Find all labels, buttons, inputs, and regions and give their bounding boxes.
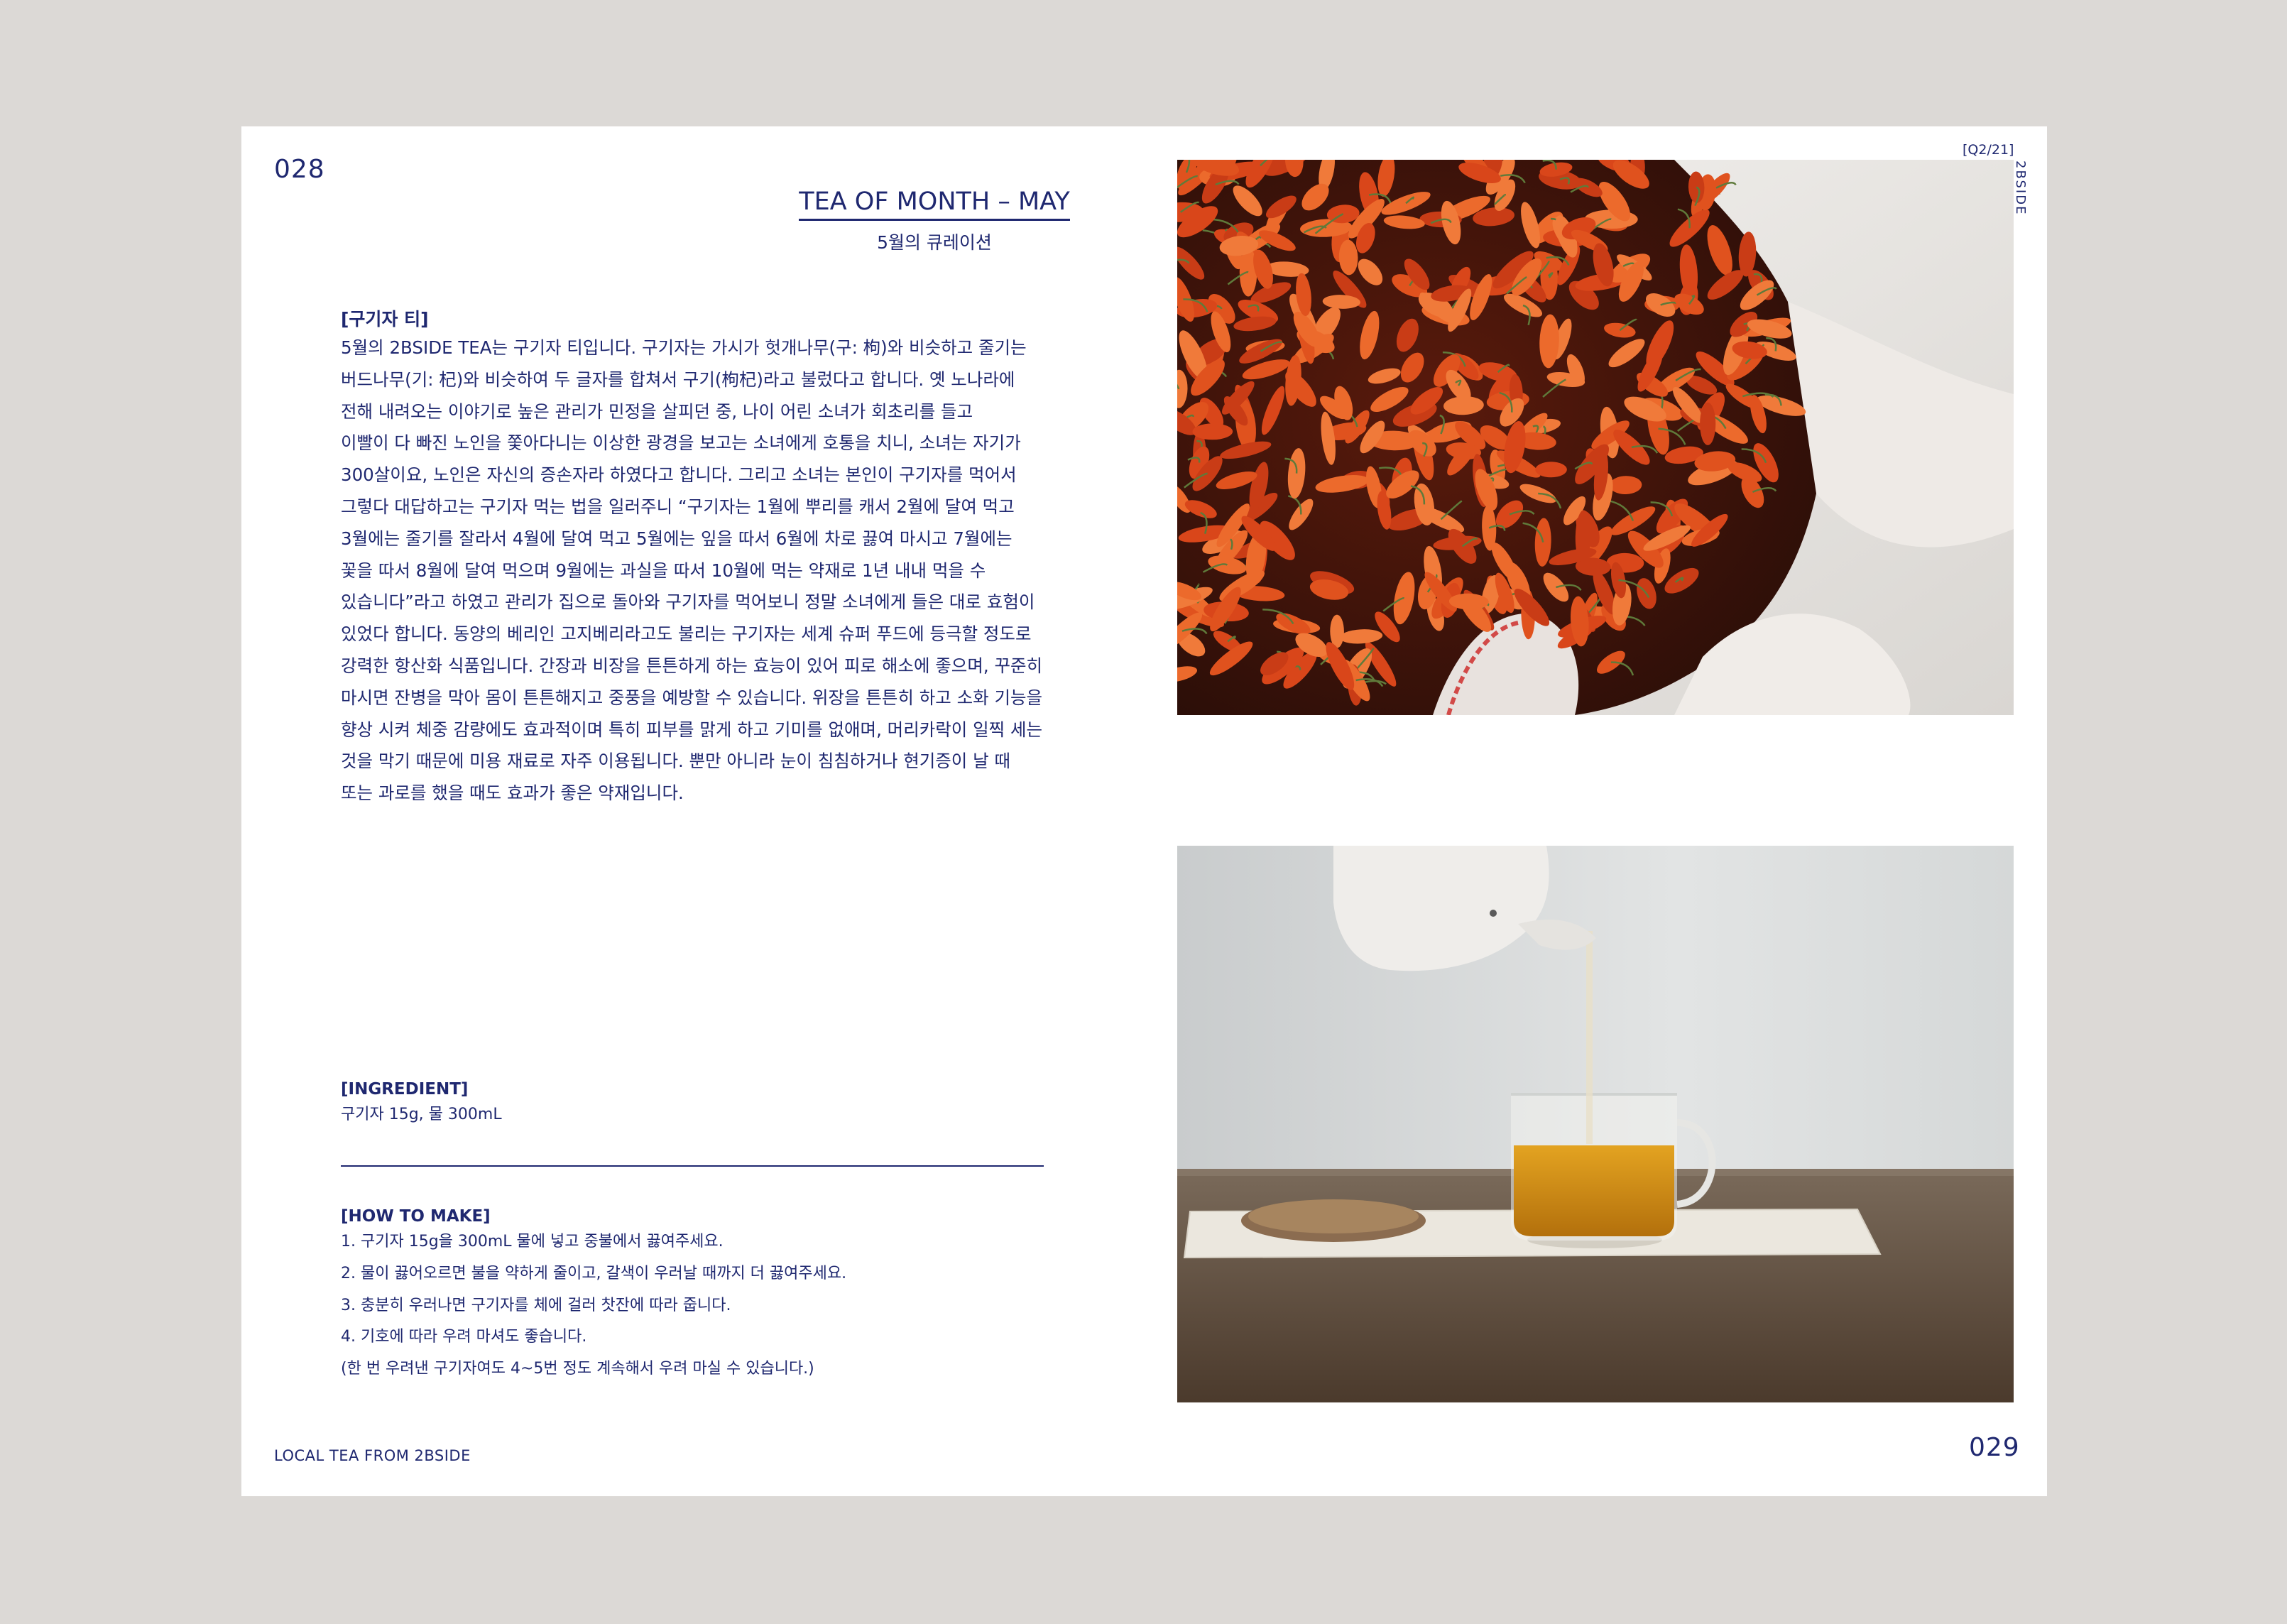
body-line: 것을 막기 때문에 미용 재료로 자주 이용됩니다. 뿐만 아니라 눈이 침침하… [341, 751, 1011, 772]
right-page-number: 029 [1969, 1433, 2020, 1462]
goji-berry [1700, 402, 1716, 445]
brand-vertical: 2BSIDE [2013, 160, 2028, 216]
howto-step: (한 번 우려낸 구기자여도 4~5번 정도 계속해서 우려 마실 수 있습니다… [341, 1360, 814, 1378]
body-line: 있습니다”라고 하였고 관리가 집으로 돌아와 구기자를 먹어보니 정말 소녀에… [341, 592, 1035, 613]
body-line: 버드나무(기: 杞)와 비슷하여 두 글자를 합쳐서 구기(枸杞)라고 불렀다고… [341, 369, 1015, 390]
body-line: 이빨이 다 빠진 노인을 쫓아다니는 이상한 광경을 보고는 소녀에게 호통을 … [341, 432, 1021, 454]
body-line: 또는 과로를 했을 때도 효과가 좋은 약재입니다. [341, 783, 684, 804]
left-page-number: 028 [274, 155, 325, 184]
howto-step: 3. 충분히 우러나면 구기자를 체에 걸러 찻잔에 따라 줍니다. [341, 1296, 731, 1314]
howto-step: 2. 물이 끓어오르면 불을 약하게 줄이고, 갈색이 우러날 때까지 더 끓여… [341, 1264, 847, 1282]
body-line: 있었다 합니다. 동양의 베리인 고지베리라고도 불리는 구기자는 세계 슈퍼 … [341, 623, 1032, 645]
body-line: 전해 내려오는 이야기로 높은 관리가 민정을 살피던 중, 나이 어린 소녀가… [341, 400, 973, 422]
body-line: 꽃을 따서 8월에 달여 먹으며 9월에는 과실을 따서 10월에 먹는 약재로… [341, 560, 986, 581]
howto-step: 1. 구기자 15g을 300mL 물에 넣고 중불에서 끓여주세요. [341, 1233, 724, 1250]
body-line: 그렇다 대답하고는 구기자 먹는 법을 일러주니 “구기자는 1월에 뿌리를 캐… [341, 496, 1015, 517]
section-title: [구기자 티] [341, 309, 429, 329]
magazine-spread: 028 TEA OF MONTH – MAY 5월의 큐레이션 [구기자 티] … [241, 126, 2047, 1496]
howto-step: 4. 기호에 따라 우려 마셔도 좋습니다. [341, 1328, 587, 1346]
goji-berries-photo [1177, 160, 2014, 715]
howto-steps: 1. 구기자 15g을 300mL 물에 넣고 중불에서 끓여주세요. 2. 물이… [341, 1226, 846, 1385]
tea-pouring-photo [1177, 846, 2014, 1402]
body-line: 3월에는 줄기를 잘라서 4월에 달여 먹고 5월에는 잎을 따서 6월에 차로… [341, 528, 1012, 549]
body-line: 300살이요, 노인은 자신의 증손자라 하였다고 합니다. 그리고 소녀는 본… [341, 464, 1017, 486]
issue-label: [Q2/21] [1963, 142, 2014, 158]
body-line: 마시면 잔병을 막아 몸이 튼튼해지고 중풍을 예방할 수 있습니다. 위장을 … [341, 687, 1043, 708]
howto-title: [HOW TO MAKE] [341, 1207, 491, 1226]
body-line: 향상 시켜 체중 감량에도 효과적이며 특히 피부를 맑게 하고 기미를 없애며… [341, 719, 1043, 740]
footer-text: LOCAL TEA FROM 2BSIDE [274, 1447, 471, 1464]
ingredient-title: [INGREDIENT] [341, 1080, 469, 1099]
article-body: 5월의 2BSIDE TEA는 구기자 티입니다. 구기자는 가시가 헛개나무(… [341, 332, 1042, 810]
ingredient-text: 구기자 15g, 물 300mL [341, 1106, 502, 1123]
body-line: 강력한 항산화 식품입니다. 간장과 비장을 튼튼하게 하는 효능이 있어 피로… [341, 655, 1043, 676]
divider-line [341, 1165, 1044, 1167]
body-line: 5월의 2BSIDE TEA는 구기자 티입니다. 구기자는 가시가 헛개나무(… [341, 337, 1027, 358]
